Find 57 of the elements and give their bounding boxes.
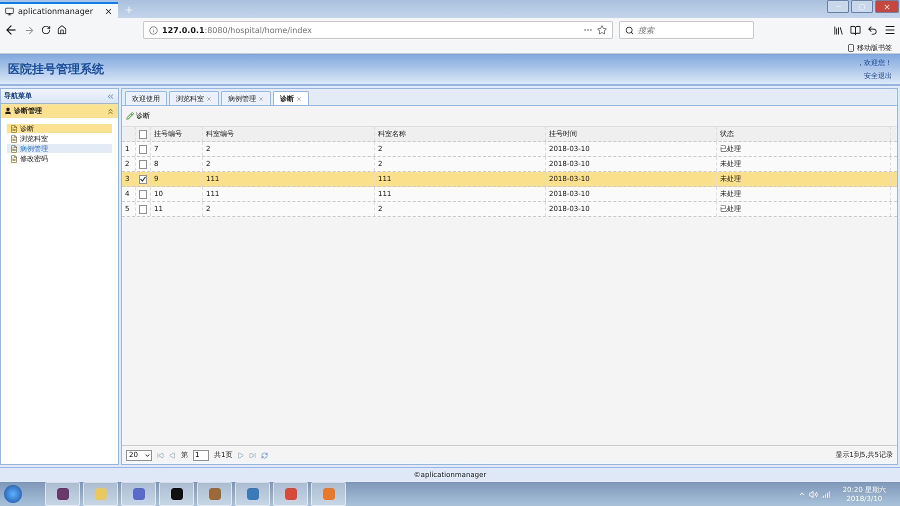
file-icon (10, 144, 18, 152)
file-icon (10, 154, 18, 162)
close-icon[interactable] (104, 6, 113, 16)
minimize-button[interactable] (827, 0, 849, 13)
taskbar-app[interactable] (45, 482, 80, 506)
search-field[interactable]: 搜索 (619, 21, 754, 39)
reader-icon[interactable] (850, 24, 861, 36)
reload-icon[interactable] (41, 25, 51, 35)
row-checkbox[interactable] (139, 144, 147, 154)
app-icon (246, 487, 260, 501)
address-bar[interactable]: 127.0.0.1:8080/hospital/home/index (143, 21, 613, 39)
row-checkbox[interactable] (139, 174, 147, 184)
undo-icon[interactable] (867, 24, 878, 36)
close-icon (883, 2, 891, 10)
star-icon[interactable] (597, 25, 607, 35)
app-icon (208, 487, 222, 501)
app-icon (56, 487, 70, 501)
search-icon (625, 26, 634, 34)
next-page-icon[interactable] (237, 452, 244, 458)
select-all-checkbox[interactable] (139, 130, 147, 138)
app-icon (132, 487, 146, 501)
restore-icon (859, 4, 865, 10)
app-icon (322, 487, 336, 501)
volume-icon[interactable] (808, 490, 818, 498)
tab-title: aplicationmanager (18, 6, 94, 16)
app-title: 医院挂号管理系统 (8, 60, 104, 78)
previous-page-icon[interactable] (169, 452, 176, 458)
app-icon (170, 487, 184, 501)
start-button[interactable] (4, 485, 22, 503)
dropdown-icon (144, 452, 151, 458)
back-icon[interactable] (4, 23, 18, 37)
app-icon (94, 487, 108, 501)
app-icon (284, 487, 298, 501)
forward-icon[interactable] (24, 24, 35, 36)
signal-icon[interactable] (820, 490, 830, 498)
pencil-icon (126, 112, 134, 120)
row-checkbox[interactable] (139, 160, 147, 168)
minimize-icon (834, 3, 842, 10)
file-icon (10, 124, 18, 132)
user-icon (4, 107, 12, 115)
row-checkbox[interactable] (139, 204, 147, 214)
info-icon (149, 26, 158, 34)
close-button[interactable] (875, 0, 899, 13)
home-icon[interactable] (57, 25, 67, 35)
browser-tab[interactable]: aplicationmanager (0, 2, 118, 18)
collapse-icon (106, 106, 115, 116)
file-icon (10, 134, 18, 142)
collapse-icon[interactable] (106, 92, 115, 100)
restore-button[interactable] (851, 0, 873, 13)
library-icon[interactable] (833, 24, 844, 36)
row-checkbox[interactable] (139, 190, 147, 198)
last-page-icon[interactable] (249, 452, 256, 458)
first-page-icon[interactable] (157, 452, 164, 458)
taskbar-app[interactable] (159, 482, 194, 506)
menu-icon[interactable] (884, 24, 896, 36)
phone-icon (847, 44, 855, 52)
refresh-icon[interactable] (261, 452, 268, 458)
